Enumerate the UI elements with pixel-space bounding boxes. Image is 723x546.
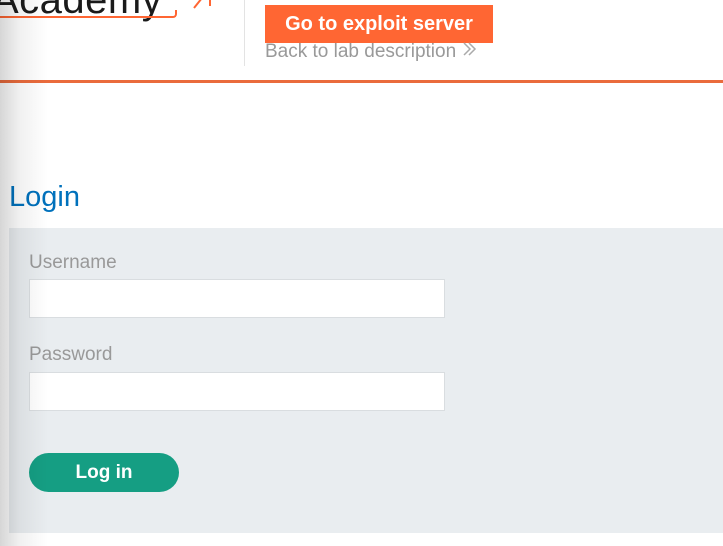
page-title: Login: [9, 181, 80, 213]
logo-mark-icon: [193, 0, 211, 9]
header-divider: [244, 0, 245, 66]
header: Academy Go to exploit server Back to lab…: [0, 0, 723, 80]
username-input[interactable]: [29, 279, 445, 318]
header-accent-line: [0, 80, 723, 83]
logo-underline: [0, 10, 177, 18]
log-in-button[interactable]: Log in: [29, 453, 179, 492]
password-input[interactable]: [29, 372, 445, 411]
go-to-exploit-server-button[interactable]: Go to exploit server: [265, 5, 493, 43]
login-form: Username Password Log in: [9, 228, 723, 533]
username-label: Username: [29, 252, 117, 273]
password-label: Password: [29, 344, 113, 365]
back-to-lab-description-link[interactable]: Back to lab description: [265, 40, 478, 64]
back-link-label: Back to lab description: [265, 41, 457, 63]
page: Academy Go to exploit server Back to lab…: [0, 0, 723, 546]
double-chevron-right-icon: [462, 40, 478, 64]
